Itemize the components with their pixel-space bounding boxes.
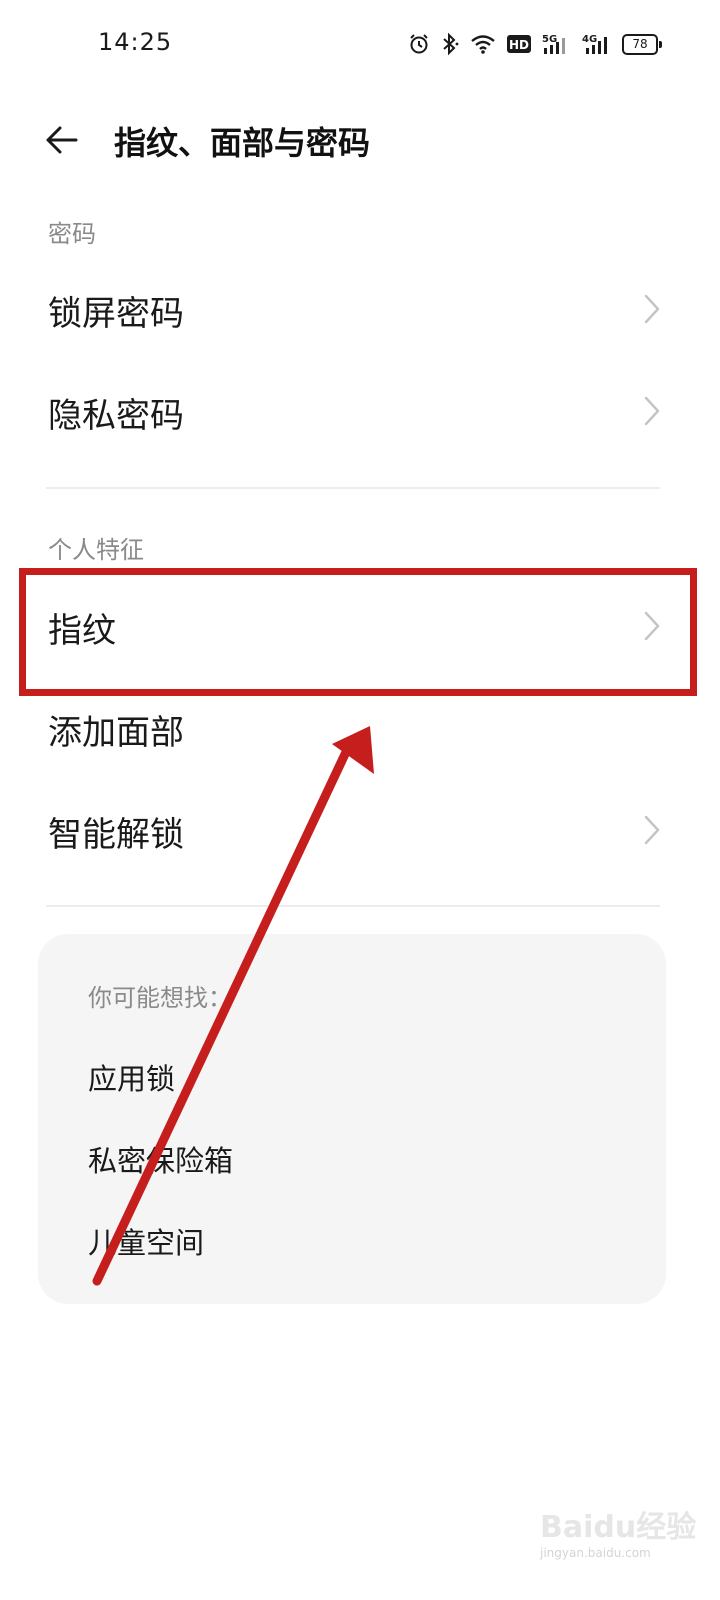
- list-item-privacy-password[interactable]: 隐私密码: [0, 360, 720, 460]
- status-bar: 14:25 HD 5G 4G 78: [0, 0, 720, 88]
- chevron-right-icon: [644, 396, 660, 426]
- watermark-url: jingyan.baidu.com: [540, 1546, 651, 1560]
- 4g-label: 4G: [582, 34, 597, 45]
- suggestion-private-safe[interactable]: 私密保险箱: [88, 1138, 233, 1180]
- chevron-right-icon: [644, 294, 660, 324]
- hd-label: HD: [509, 38, 529, 52]
- 5g-signal-icon: 5G: [542, 34, 565, 54]
- watermark-logo: Baidu经验: [540, 1510, 697, 1545]
- item-label: 添加面部: [48, 713, 184, 753]
- watermark: Baidu经验 jingyan.baidu.com: [540, 1488, 710, 1578]
- hd-icon: HD: [507, 35, 531, 53]
- section-label-biometrics: 个人特征: [48, 536, 144, 564]
- status-time: 14:25: [98, 28, 173, 56]
- divider: [46, 905, 660, 907]
- status-icons: HD 5G 4G 78: [408, 30, 662, 58]
- battery-level: 78: [622, 33, 658, 55]
- page-title: 指纹、面部与密码: [114, 124, 371, 162]
- item-label: 隐私密码: [48, 396, 184, 436]
- app-header: 指纹、面部与密码: [0, 100, 720, 180]
- chevron-right-icon: [644, 815, 660, 845]
- item-label: 智能解锁: [48, 815, 184, 855]
- 5g-label: 5G: [542, 34, 557, 45]
- divider: [46, 487, 660, 489]
- alarm-icon: [410, 34, 428, 54]
- wifi-icon: [471, 35, 495, 54]
- battery-icon: 78: [622, 33, 662, 55]
- list-item-lockscreen-password[interactable]: 锁屏密码: [0, 258, 720, 358]
- suggestion-kids-space[interactable]: 儿童空间: [88, 1220, 204, 1262]
- arrow-left-icon: [46, 126, 78, 154]
- back-button[interactable]: [40, 120, 84, 160]
- list-item-smart-unlock[interactable]: 智能解锁: [0, 779, 720, 879]
- item-label: 锁屏密码: [48, 294, 184, 334]
- suggestion-app-lock[interactable]: 应用锁: [88, 1056, 175, 1098]
- suggestions-title: 你可能想找：: [88, 984, 232, 1012]
- suggestions-card: 你可能想找： 应用锁 私密保险箱 儿童空间: [38, 934, 666, 1304]
- highlight-box: [19, 568, 697, 696]
- section-label-password: 密码: [48, 220, 96, 248]
- 4g-signal-icon: 4G: [582, 34, 607, 54]
- bluetooth-icon: [443, 32, 459, 56]
